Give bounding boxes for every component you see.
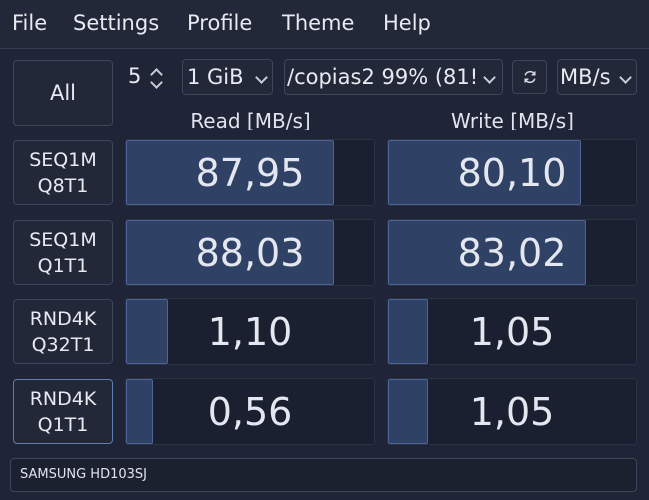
refresh-button[interactable] [512,60,547,94]
menu-profile[interactable]: Profile [187,9,252,37]
read-value: 1,10 [207,309,293,354]
chevron-down-icon [255,71,268,84]
read-value: 0,56 [207,389,293,434]
test-label-line1: SEQ1M [29,228,97,251]
drive-select[interactable]: /copias2 99% (81! [284,59,503,95]
test-label-line1: RND4K [29,307,97,330]
menu-help[interactable]: Help [383,9,431,37]
read-value: 87,95 [195,150,305,195]
read-result-seq1m-q8t1: 87,95 [125,139,375,206]
write-value: 1,05 [469,389,555,434]
test-count-value: 5 [128,64,142,88]
read-result-rnd4k-q1t1: 0,56 [125,378,375,445]
menu-settings[interactable]: Settings [73,9,159,37]
test-button-seq1m-q8t1[interactable]: SEQ1M Q8T1 [13,140,113,205]
read-result-rnd4k-q32t1: 1,10 [125,298,375,365]
test-label-line2: Q32T1 [31,333,95,356]
test-label-line2: Q1T1 [37,254,89,277]
write-result-rnd4k-q1t1: 1,05 [387,378,637,445]
drive-select-value: /copias2 99% (81! [287,65,479,89]
unit-select-value: MB/s [560,65,611,89]
chevron-down-icon [483,71,496,84]
test-button-rnd4k-q1t1[interactable]: RND4K Q1T1 [13,379,113,444]
size-select-value: 1 GiB [187,65,244,89]
refresh-icon [523,70,536,84]
comment-field[interactable]: SAMSUNG HD103SJ [10,458,637,492]
write-value: 83,02 [457,230,567,275]
menu-file[interactable]: File [12,9,47,37]
test-label-line2: Q1T1 [37,413,89,436]
size-select[interactable]: 1 GiB [182,59,273,95]
write-result-seq1m-q1t1: 83,02 [387,219,637,286]
read-header: Read [MB/s] [190,109,311,130]
test-label-line2: Q8T1 [37,174,89,197]
test-count-spinbox[interactable]: 5 [121,59,173,95]
menu-theme[interactable]: Theme [282,9,354,37]
all-button-label: All [49,81,77,105]
menu-bar: File Settings Profile Theme Help [0,0,649,49]
write-value: 1,05 [469,309,555,354]
test-button-seq1m-q1t1[interactable]: SEQ1M Q1T1 [13,220,113,285]
write-value: 80,10 [457,150,567,195]
chevron-down-icon [619,71,632,84]
unit-select[interactable]: MB/s [557,59,637,95]
test-label-line1: RND4K [29,387,97,410]
spin-down-icon[interactable] [150,76,163,89]
read-result-seq1m-q1t1: 88,03 [125,219,375,286]
test-label-line1: SEQ1M [29,148,97,171]
write-header: Write [MB/s] [451,109,574,130]
read-value: 88,03 [195,230,305,275]
comment-text: SAMSUNG HD103SJ [20,467,147,482]
test-button-rnd4k-q32t1[interactable]: RND4K Q32T1 [13,299,113,364]
write-result-seq1m-q8t1: 80,10 [387,139,637,206]
all-button[interactable]: All [13,60,113,126]
write-result-rnd4k-q32t1: 1,05 [387,298,637,365]
